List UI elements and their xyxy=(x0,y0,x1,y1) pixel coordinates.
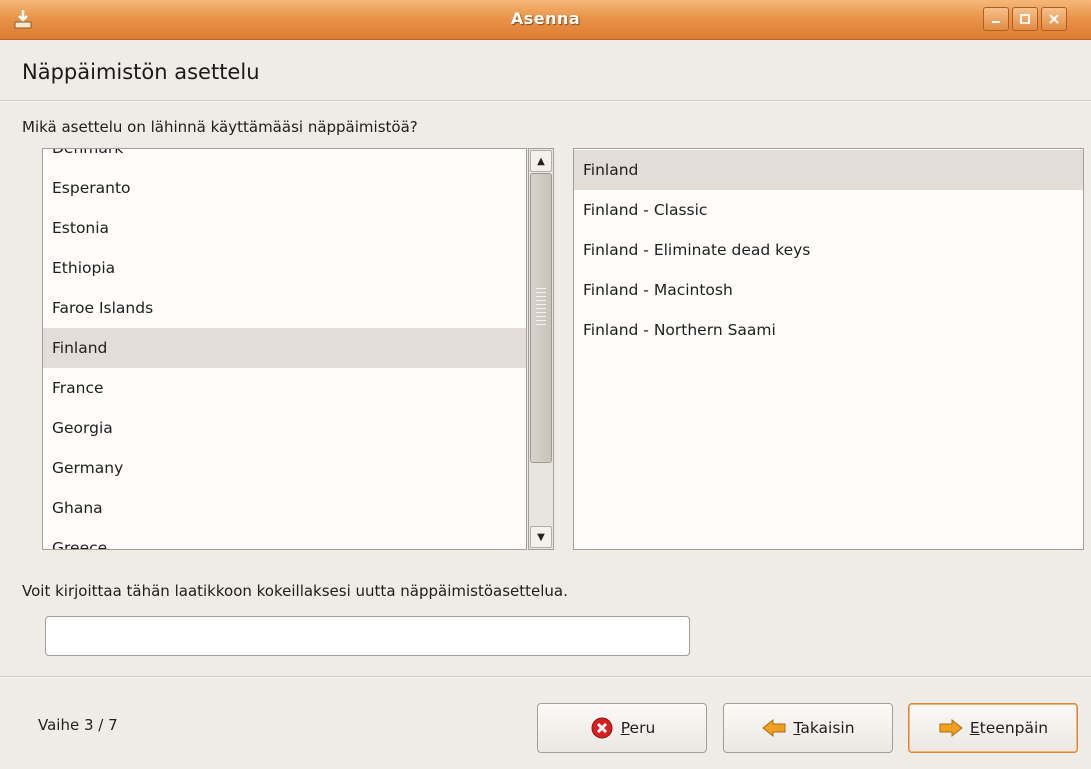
layout-list-item[interactable]: Greece xyxy=(43,528,526,549)
layout-list-item[interactable]: Ethiopia xyxy=(43,248,526,288)
close-button[interactable] xyxy=(1041,7,1067,31)
layout-list-item[interactable]: Esperanto xyxy=(43,168,526,208)
layout-list-items: Denmark Esperanto Estonia Ethiopia Faroe Isl… xyxy=(43,149,526,549)
test-hint: Voit kirjoittaa tähän laatikkoon kokeill… xyxy=(22,582,568,600)
scroll-up-button[interactable]: ▲ xyxy=(530,150,552,172)
layout-list-item[interactable]: Germany xyxy=(43,448,526,488)
minimize-icon xyxy=(992,21,1000,23)
layout-list-item[interactable]: France xyxy=(43,368,526,408)
scrollbar-grip xyxy=(536,288,546,328)
variant-list-item[interactable]: Finland - Classic xyxy=(574,190,1083,230)
layout-list-item[interactable]: Estonia xyxy=(43,208,526,248)
layout-list-item[interactable]: Finland xyxy=(43,328,526,368)
arrow-down-icon: ▼ xyxy=(537,531,545,543)
header-divider xyxy=(0,100,1091,102)
arrow-left-icon xyxy=(761,717,787,739)
back-label: Takaisin xyxy=(793,719,855,737)
variant-list-item[interactable]: Finland - Northern Saami xyxy=(574,310,1083,350)
cancel-button[interactable]: Peru xyxy=(537,703,707,753)
scroll-down-button[interactable]: ▼ xyxy=(530,526,552,548)
maximize-button[interactable] xyxy=(1012,7,1038,31)
scrollbar-thumb[interactable] xyxy=(530,173,552,463)
page-title: Näppäimistön asettelu xyxy=(22,60,260,84)
layout-list-scrollbar[interactable]: ▲ ▼ xyxy=(528,148,554,550)
layout-list-item[interactable]: Faroe Islands xyxy=(43,288,526,328)
layout-list[interactable]: Denmark Esperanto Estonia Ethiopia Faroe Isl… xyxy=(42,148,527,550)
window-title: Asenna xyxy=(510,9,581,28)
variant-list-items: Finland Finland - Classic Finland - Elimin… xyxy=(574,150,1083,350)
variant-list[interactable]: Finland Finland - Classic Finland - Elimin… xyxy=(573,148,1084,550)
footer-divider xyxy=(0,676,1091,678)
layout-list-item[interactable]: Denmark xyxy=(43,149,526,168)
arrow-right-icon xyxy=(938,717,964,739)
cancel-icon xyxy=(589,717,615,739)
variant-list-item[interactable]: Finland xyxy=(574,150,1083,190)
variant-list-item[interactable]: Finland - Macintosh xyxy=(574,270,1083,310)
arrow-up-icon: ▲ xyxy=(537,155,545,167)
cancel-label: Peru xyxy=(620,719,656,737)
close-icon xyxy=(1049,14,1059,24)
keyboard-test-input[interactable] xyxy=(45,616,690,656)
forward-button[interactable]: Eteenpäin xyxy=(908,703,1078,753)
forward-label: Eteenpäin xyxy=(969,719,1049,737)
maximize-icon xyxy=(1020,14,1030,24)
layout-list-item[interactable]: Ghana xyxy=(43,488,526,528)
title-bar[interactable]: Asenna xyxy=(0,0,1091,40)
back-button[interactable]: Takaisin xyxy=(723,703,893,753)
minimize-button[interactable] xyxy=(983,7,1009,31)
layout-question: Mikä asettelu on lähinnä käyttämääsi näp… xyxy=(22,118,418,136)
variant-list-item[interactable]: Finland - Eliminate dead keys xyxy=(574,230,1083,270)
step-indicator: Vaihe 3 / 7 xyxy=(38,716,118,734)
layout-list-item[interactable]: Georgia xyxy=(43,408,526,448)
